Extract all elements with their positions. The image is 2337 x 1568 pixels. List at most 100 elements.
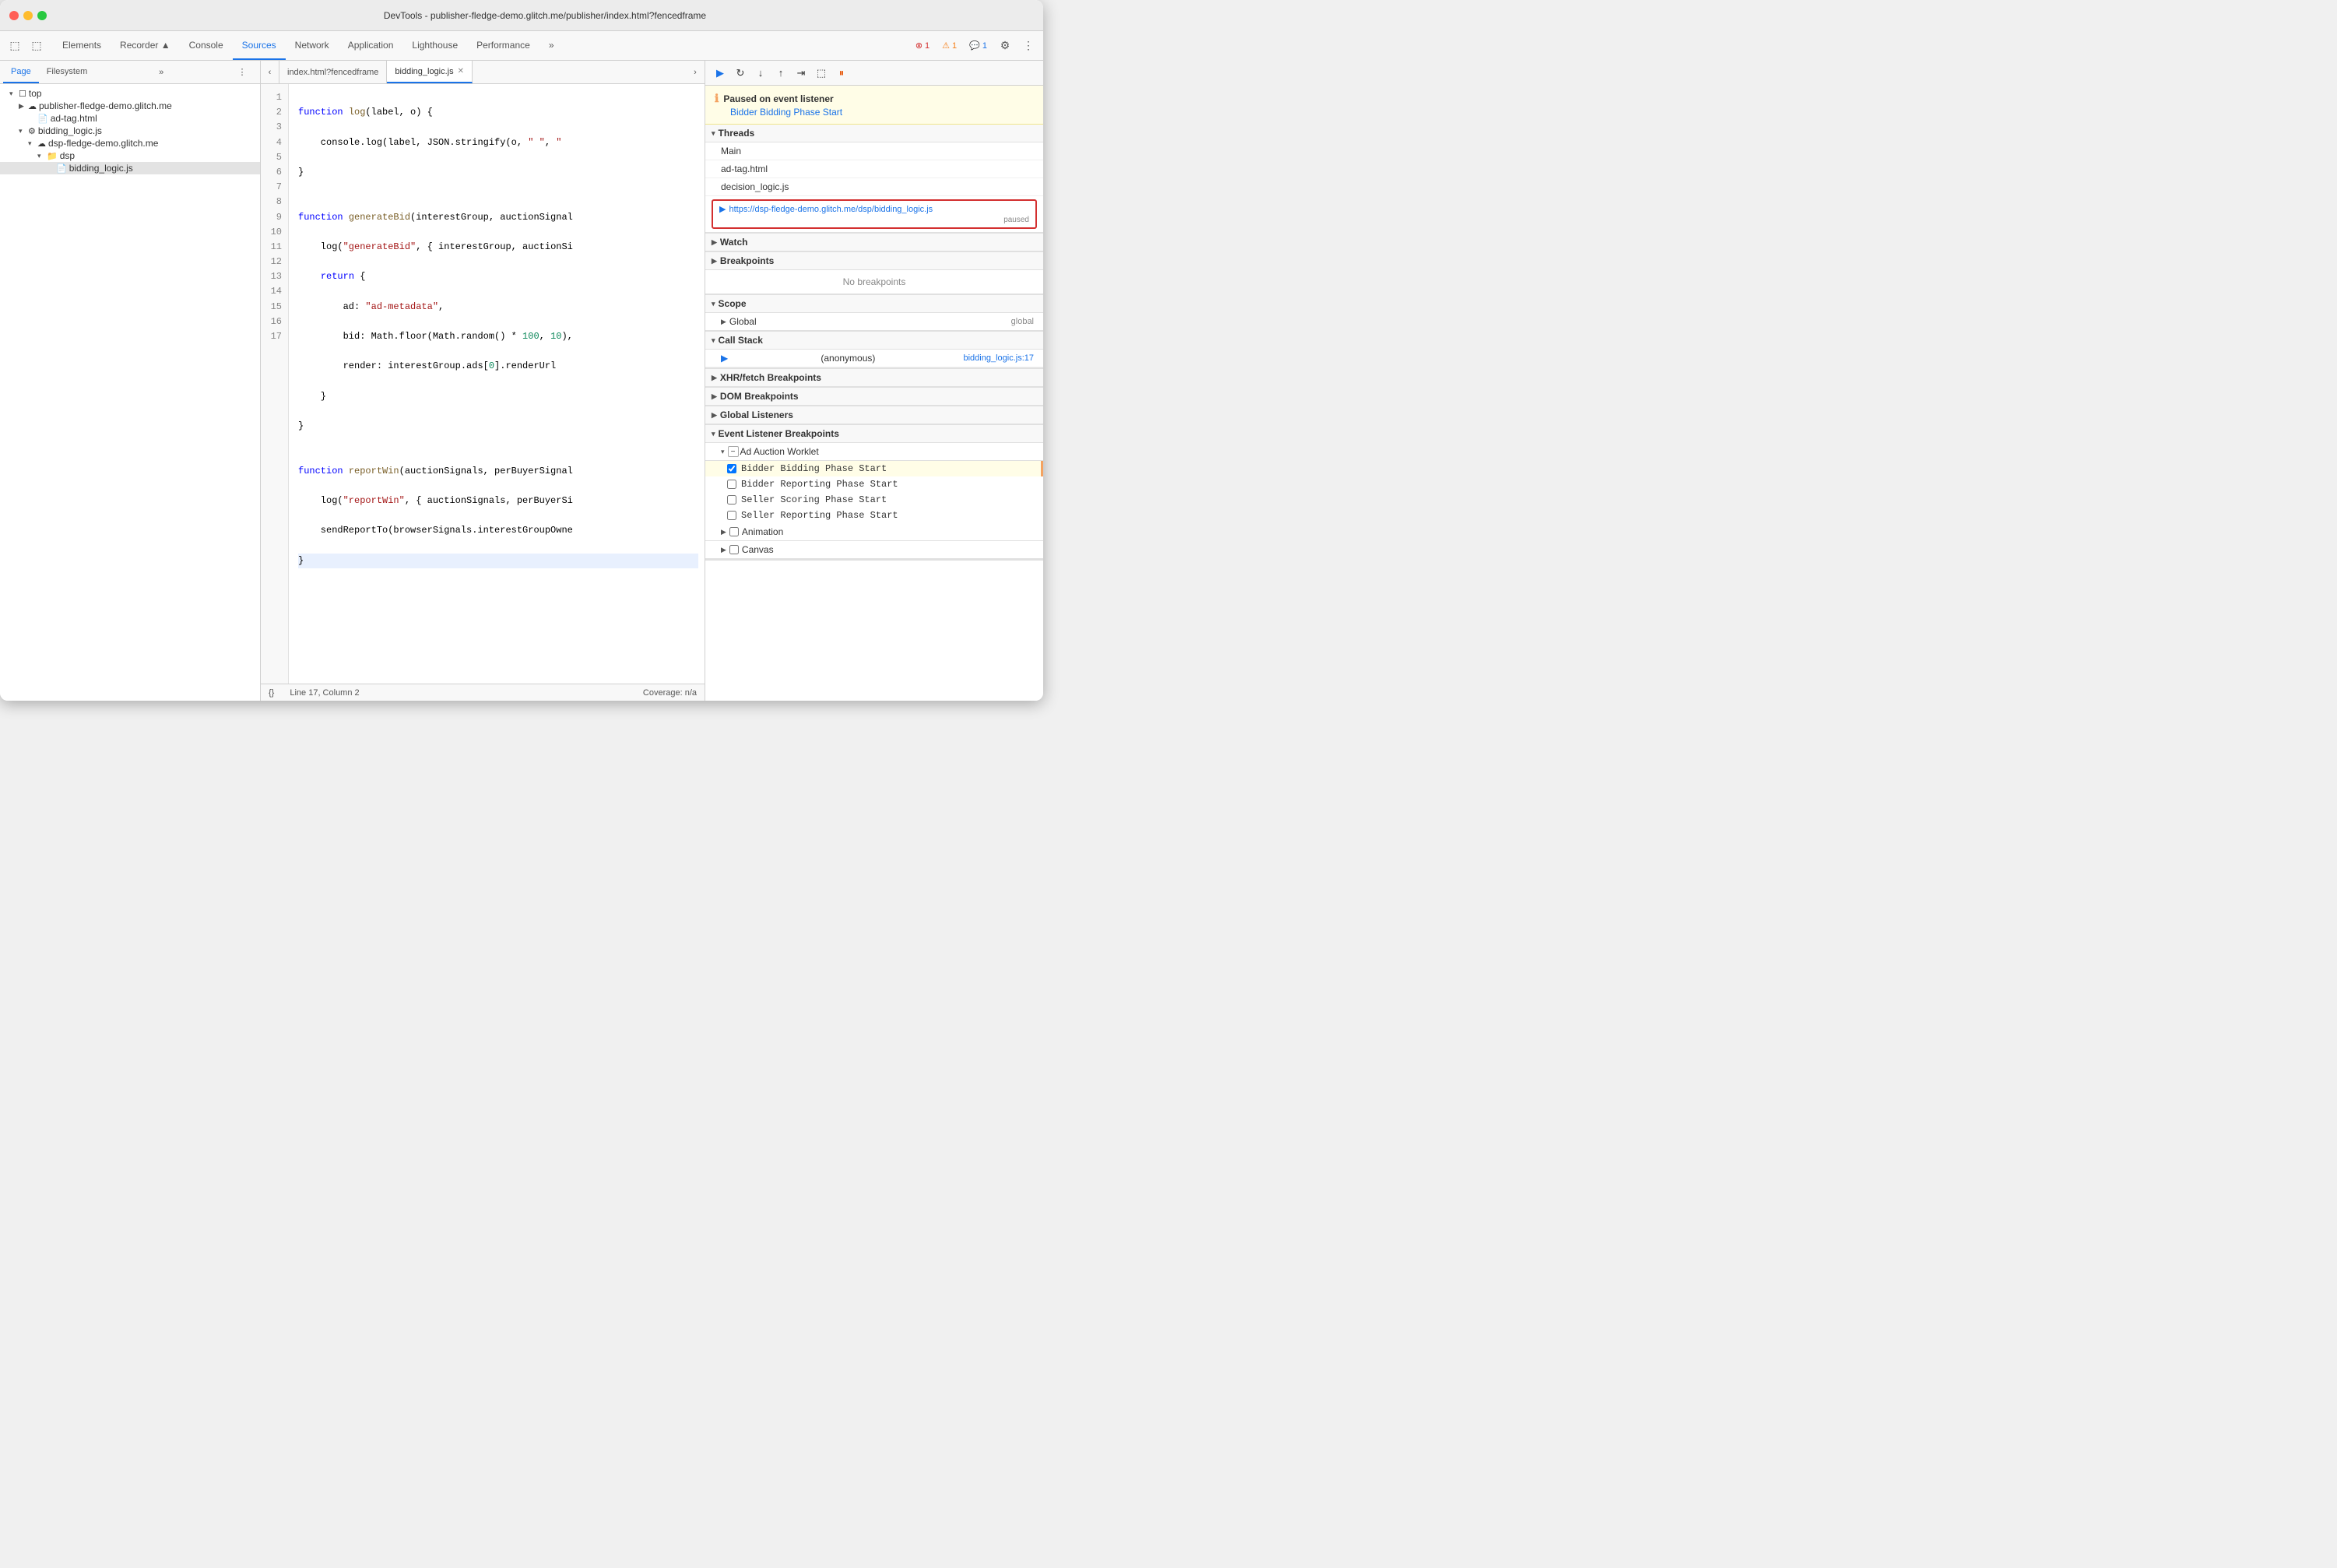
- tab-elements[interactable]: Elements: [53, 31, 111, 60]
- animation-checkbox[interactable]: [729, 527, 739, 536]
- step-into-button[interactable]: ↓: [752, 65, 769, 82]
- error-badge[interactable]: ⊗ 1: [911, 39, 934, 52]
- ad-auction-label: Ad Auction Worklet: [740, 446, 819, 457]
- warning-badge[interactable]: ⚠ 1: [937, 39, 961, 52]
- tab-network[interactable]: Network: [286, 31, 339, 60]
- ad-auction-header[interactable]: ▾ − Ad Auction Worklet: [705, 443, 1043, 461]
- bidder-bidding-item[interactable]: Bidder Bidding Phase Start: [705, 461, 1043, 476]
- main-area: Page Filesystem » ⋮ ▾ ☐ top ▶: [0, 61, 1043, 701]
- callstack-section: ▾ Call Stack ▶ (anonymous) bidding_logic…: [705, 332, 1043, 369]
- step-button[interactable]: ⇥: [792, 65, 810, 82]
- more-options-button[interactable]: ⋮: [1018, 36, 1038, 56]
- scope-header[interactable]: ▾ Scope: [705, 295, 1043, 313]
- seller-reporting-item[interactable]: Seller Reporting Phase Start: [705, 508, 1043, 523]
- maximize-button[interactable]: [37, 11, 47, 20]
- callstack-location: bidding_logic.js:17: [963, 353, 1034, 363]
- deactivate-breakpoints[interactable]: ⬚: [813, 65, 830, 82]
- event-listener-label: Event Listener Breakpoints: [719, 428, 839, 439]
- code-line-15: log("reportWin", { auctionSignals, perBu…: [298, 494, 698, 508]
- debug-toolbar: ▶ ↻ ↓ ↑ ⇥ ⬚ ⏸: [705, 61, 1043, 86]
- tab-more[interactable]: »: [539, 31, 564, 60]
- step-over-button[interactable]: ↻: [732, 65, 749, 82]
- thread-main[interactable]: Main: [705, 142, 1043, 160]
- thread-decision[interactable]: decision_logic.js: [705, 178, 1043, 196]
- minimize-button[interactable]: [23, 11, 33, 20]
- panel-sync-button[interactable]: ⋮: [232, 62, 252, 82]
- resume-button[interactable]: ▶: [712, 65, 729, 82]
- xhr-header[interactable]: ▶ XHR/fetch Breakpoints: [705, 369, 1043, 387]
- editor-tab-prev[interactable]: ‹: [261, 61, 279, 83]
- line-num-13: 13: [269, 269, 282, 284]
- callstack-label: Call Stack: [719, 335, 763, 346]
- tab-application[interactable]: Application: [339, 31, 403, 60]
- threads-header[interactable]: ▾ Threads: [705, 125, 1043, 142]
- select-tool-button[interactable]: ⬚: [5, 36, 25, 56]
- pause-on-exceptions[interactable]: ⏸: [833, 65, 850, 82]
- tree-item-publisher[interactable]: ▶ ☁ publisher-fledge-demo.glitch.me: [0, 100, 260, 112]
- breakpoints-section: ▶ Breakpoints No breakpoints: [705, 252, 1043, 295]
- scope-global[interactable]: ▶ Global global: [705, 313, 1043, 330]
- settings-button[interactable]: ⚙: [995, 36, 1015, 56]
- threads-section: ▾ Threads Main ad-tag.html decision_logi…: [705, 125, 1043, 234]
- tree-item-top[interactable]: ▾ ☐ top: [0, 87, 260, 100]
- event-listener-header[interactable]: ▾ Event Listener Breakpoints: [705, 425, 1043, 443]
- format-indicator[interactable]: {}: [269, 688, 274, 698]
- tab-sources[interactable]: Sources: [233, 31, 286, 60]
- callstack-header[interactable]: ▾ Call Stack: [705, 332, 1043, 350]
- editor-tab-index[interactable]: index.html?fencedframe: [279, 61, 387, 83]
- device-toolbar-button[interactable]: ⬚: [26, 36, 47, 56]
- thread-active-box[interactable]: ▶ https://dsp-fledge-demo.glitch.me/dsp/…: [712, 199, 1037, 229]
- event-listener-arrow: ▾: [712, 430, 715, 438]
- code-editor[interactable]: function log(label, o) { console.log(lab…: [289, 84, 705, 684]
- editor-tab-next[interactable]: ›: [686, 61, 705, 83]
- tab-page[interactable]: Page: [3, 61, 39, 83]
- breakpoints-header[interactable]: ▶ Breakpoints: [705, 252, 1043, 270]
- watch-header[interactable]: ▶ Watch: [705, 234, 1043, 251]
- global-listeners-arrow: ▶: [712, 411, 717, 420]
- event-listener-content: ▾ − Ad Auction Worklet Bidder Bidding Ph…: [705, 443, 1043, 560]
- xhr-arrow: ▶: [712, 374, 717, 382]
- bidder-reporting-checkbox[interactable]: [727, 480, 736, 489]
- animation-header[interactable]: ▶ Animation: [705, 523, 1043, 541]
- line-num-16: 16: [269, 315, 282, 329]
- seller-reporting-label: Seller Reporting Phase Start: [741, 510, 898, 521]
- editor-tab-bidding[interactable]: bidding_logic.js ✕: [387, 61, 473, 83]
- breakpoints-arrow: ▶: [712, 257, 717, 265]
- close-button[interactable]: [9, 11, 19, 20]
- thread-main-label: Main: [721, 146, 741, 156]
- seller-scoring-item[interactable]: Seller Scoring Phase Start: [705, 492, 1043, 508]
- info-badge[interactable]: 💬 1: [965, 39, 992, 52]
- code-line-7: return {: [298, 269, 698, 284]
- seller-reporting-checkbox[interactable]: [727, 511, 736, 520]
- editor-area: 1 2 3 4 5 6 7 8 9 10 11 12 13 14 15 16 1: [261, 84, 705, 684]
- global-listeners-header[interactable]: ▶ Global Listeners: [705, 406, 1043, 424]
- bidder-reporting-item[interactable]: Bidder Reporting Phase Start: [705, 476, 1043, 492]
- tree-item-dsp-folder[interactable]: ▾ 📁 dsp: [0, 149, 260, 162]
- scope-arrow: ▾: [712, 300, 715, 308]
- thread-adtag[interactable]: ad-tag.html: [705, 160, 1043, 178]
- tree-item-dsp[interactable]: ▾ ☁ dsp-fledge-demo.glitch.me: [0, 137, 260, 149]
- toolbar-left: ⬚ ⬚: [5, 36, 47, 56]
- tab-recorder[interactable]: Recorder ▲: [111, 31, 180, 60]
- tab-filesystem[interactable]: Filesystem: [39, 61, 96, 83]
- code-line-17: }: [298, 554, 698, 568]
- tree-item-adtag[interactable]: 📄 ad-tag.html: [0, 112, 260, 125]
- tab-console[interactable]: Console: [180, 31, 233, 60]
- callstack-item-0[interactable]: ▶ (anonymous) bidding_logic.js:17: [705, 350, 1043, 367]
- seller-scoring-checkbox[interactable]: [727, 495, 736, 505]
- dom-header[interactable]: ▶ DOM Breakpoints: [705, 388, 1043, 406]
- step-out-button[interactable]: ↑: [772, 65, 789, 82]
- close-tab-icon[interactable]: ✕: [458, 67, 464, 76]
- code-line-11: }: [298, 389, 698, 404]
- code-line-16: sendReportTo(browserSignals.interestGrou…: [298, 523, 698, 538]
- canvas-checkbox[interactable]: [729, 545, 739, 554]
- tab-performance[interactable]: Performance: [467, 31, 539, 60]
- bidder-bidding-checkbox[interactable]: [727, 464, 736, 473]
- line-num-9: 9: [269, 210, 282, 225]
- canvas-header[interactable]: ▶ Canvas: [705, 541, 1043, 559]
- tab-more-left[interactable]: »: [154, 68, 168, 77]
- tree-item-bidding-root[interactable]: ▾ ⚙ bidding_logic.js: [0, 125, 260, 137]
- ad-auction-minus[interactable]: −: [728, 446, 739, 457]
- tab-lighthouse[interactable]: Lighthouse: [402, 31, 467, 60]
- tree-item-bidding-js[interactable]: 📄 bidding_logic.js: [0, 162, 260, 174]
